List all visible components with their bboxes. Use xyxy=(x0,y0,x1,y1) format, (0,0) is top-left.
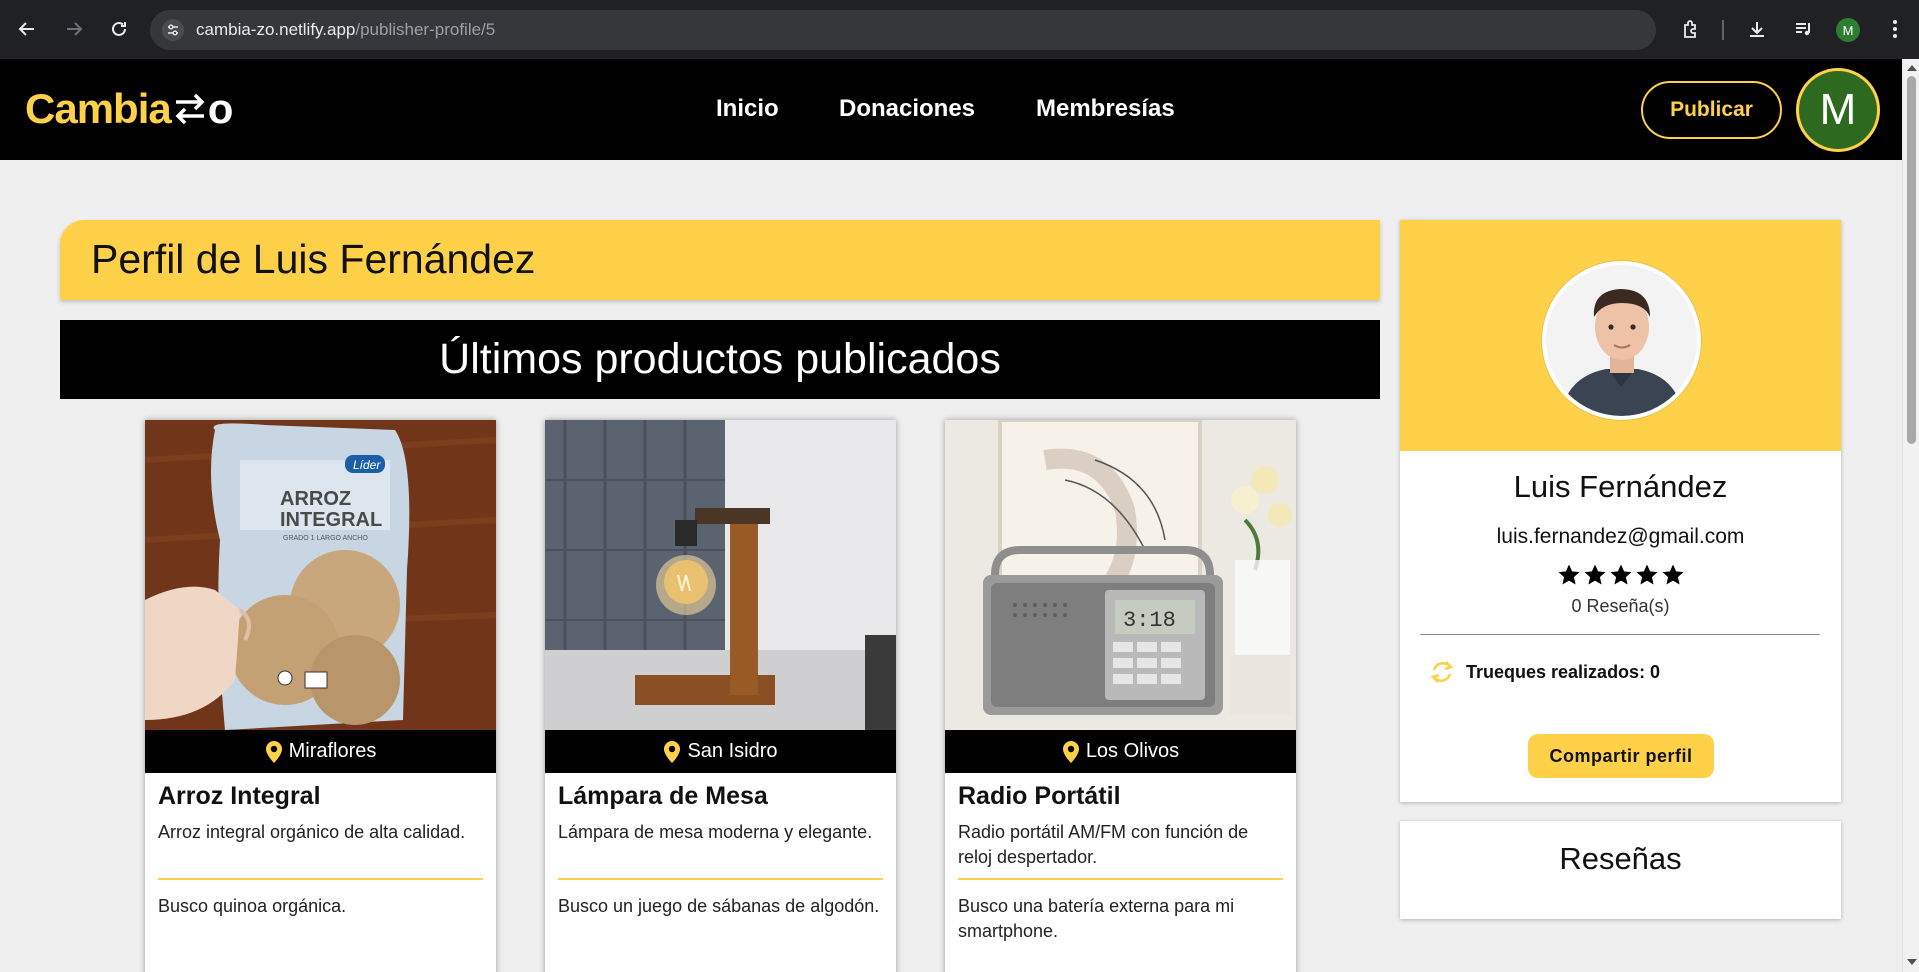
location-label: San Isidro xyxy=(687,740,778,762)
section-title: Últimos productos publicados xyxy=(439,335,1001,383)
location-label: Miraflores xyxy=(288,740,377,762)
user-avatar[interactable]: M xyxy=(1796,68,1880,152)
rating-stars xyxy=(1557,563,1685,591)
location-label: Los Olivos xyxy=(1085,740,1180,762)
package-title-line-2: INTEGRAL xyxy=(280,509,382,531)
package-subtitle: GRADO 1 LARGO ANCHO xyxy=(283,535,368,542)
page-viewport: Cambia o Inicio Donaciones Membresías Pu… xyxy=(0,59,1902,972)
divider xyxy=(158,878,483,880)
publisher-avatar xyxy=(1542,261,1701,420)
product-seeking: Busco una batería externa para mi smartp… xyxy=(958,896,1235,941)
back-arrow-icon[interactable] xyxy=(12,14,42,44)
scroll-up-arrow-icon[interactable] xyxy=(1907,65,1917,71)
location-bar: Miraflores xyxy=(145,730,496,773)
product-card[interactable]: Líder ARROZ INTEGRAL GRADO 1 LARGO ANCHO… xyxy=(145,420,496,972)
nav-donaciones[interactable]: Donaciones xyxy=(839,95,975,123)
product-description: Radio portátil AM/FM con función de relo… xyxy=(958,822,1249,867)
nav-inicio[interactable]: Inicio xyxy=(716,95,779,123)
product-title[interactable]: Arroz Integral xyxy=(158,782,321,811)
publisher-name: Luis Fernández xyxy=(1513,469,1728,504)
lamp-photo xyxy=(545,420,896,730)
package-title-line-1: ARROZ xyxy=(280,488,351,510)
reviews-section: Reseñas xyxy=(1400,821,1841,919)
location-bar: San Isidro xyxy=(545,730,896,773)
swap-arrows-icon xyxy=(175,93,205,125)
product-seeking: Busco quinoa orgánica. xyxy=(158,896,347,916)
publish-button[interactable]: Publicar xyxy=(1641,81,1782,139)
site-logo[interactable]: Cambia o xyxy=(25,81,233,137)
publisher-card: Luis Fernández luis.fernandez@gmail.com … xyxy=(1400,220,1841,802)
trades-label: Trueques realizados: 0 xyxy=(1466,661,1661,682)
location-bar: Los Olivos xyxy=(945,730,1296,773)
rice-bag-photo: Líder ARROZ INTEGRAL GRADO 1 LARGO ANCHO xyxy=(145,420,496,730)
scrollbar-thumb[interactable] xyxy=(1907,76,1916,444)
map-pin-icon xyxy=(265,740,282,763)
product-card[interactable]: San Isidro Lámpara de Mesa Lámpara de me… xyxy=(545,420,896,972)
forward-arrow-icon[interactable] xyxy=(59,14,89,44)
star-icon xyxy=(1558,564,1580,585)
reload-icon[interactable] xyxy=(104,14,134,44)
site-header: Cambia o Inicio Donaciones Membresías Pu… xyxy=(0,59,1902,160)
page-title: Perfil de Luis Fernández xyxy=(91,236,536,282)
divider xyxy=(558,878,883,880)
map-pin-icon xyxy=(1062,740,1079,763)
reviews-count: 0 Reseña(s) xyxy=(1571,596,1670,616)
toolbar-divider xyxy=(1722,20,1724,40)
extensions-icon[interactable] xyxy=(1676,14,1706,44)
radio-display: 3:18 xyxy=(1123,608,1176,633)
product-title[interactable]: Lámpara de Mesa xyxy=(558,782,768,811)
star-icon xyxy=(1610,564,1632,585)
page-scrollbar[interactable] xyxy=(1902,59,1919,972)
star-icon xyxy=(1584,564,1606,585)
product-description: Lámpara de mesa moderna y elegante. xyxy=(558,822,873,842)
trades-count: Trueques realizados: 0 xyxy=(1428,657,1660,687)
url-text: cambia-zo.netlify.app/publisher-profile/… xyxy=(196,20,496,39)
address-bar[interactable]: cambia-zo.netlify.app/publisher-profile/… xyxy=(150,10,1656,50)
publisher-email: luis.fernandez@gmail.com xyxy=(1496,525,1745,548)
browser-profile-avatar[interactable]: M xyxy=(1836,18,1860,42)
divider xyxy=(958,878,1283,880)
radio-photo: 3:18 xyxy=(945,420,1296,730)
package-brand: Líder xyxy=(353,458,381,472)
product-title[interactable]: Radio Portátil xyxy=(958,782,1121,811)
media-queue-icon[interactable] xyxy=(1789,14,1819,44)
map-pin-icon xyxy=(664,740,681,763)
kebab-menu-icon[interactable] xyxy=(1880,14,1910,44)
nav-membresias[interactable]: Membresías xyxy=(1036,95,1175,123)
reviews-heading: Reseñas xyxy=(1559,841,1682,876)
share-profile-button[interactable]: Compartir perfil xyxy=(1528,734,1714,778)
divider xyxy=(1420,634,1820,635)
star-icon xyxy=(1662,564,1684,585)
swap-icon xyxy=(1430,661,1454,683)
browser-toolbar: cambia-zo.netlify.app/publisher-profile/… xyxy=(0,0,1919,59)
site-info-icon[interactable] xyxy=(162,19,184,41)
scroll-down-arrow-icon[interactable] xyxy=(1907,959,1917,965)
profile-title-banner: Perfil de Luis Fernández xyxy=(60,220,1380,300)
section-header: Últimos productos publicados xyxy=(60,320,1380,399)
star-icon xyxy=(1636,564,1658,585)
product-card[interactable]: 3:18 Los Olivos Radio Portátil Radio por… xyxy=(945,420,1296,972)
download-icon[interactable] xyxy=(1742,14,1772,44)
product-seeking: Busco un juego de sábanas de algodón. xyxy=(558,896,880,916)
product-description: Arroz integral orgánico de alta calidad. xyxy=(158,822,466,842)
